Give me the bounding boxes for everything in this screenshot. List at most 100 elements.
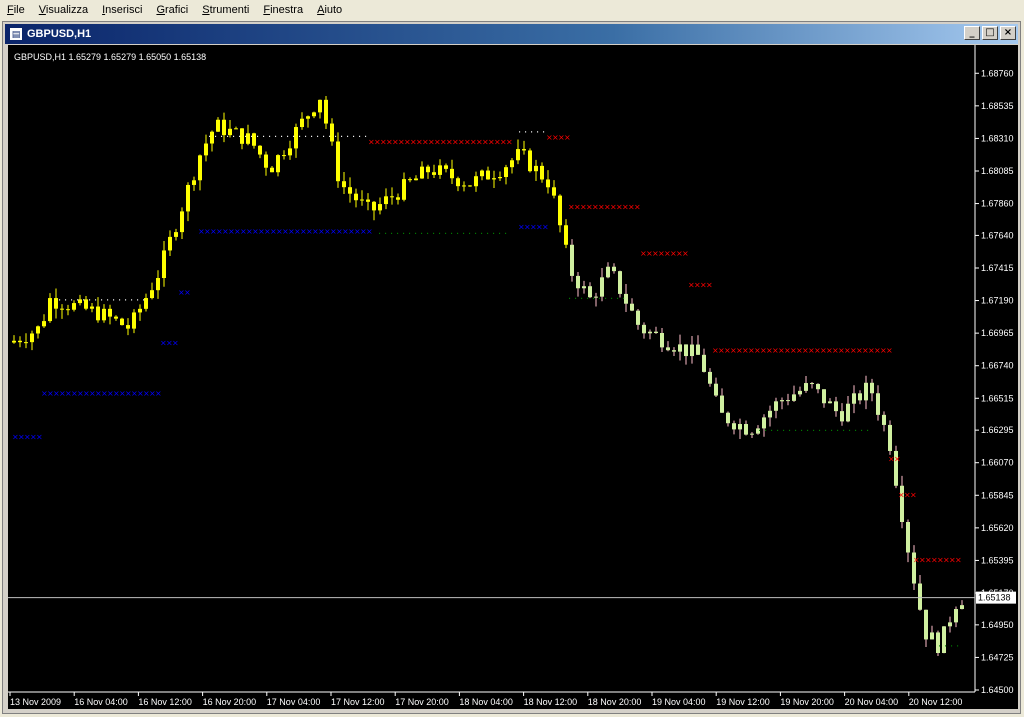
window-titlebar[interactable]: ▤ GBPUSD,H1 _ □ × <box>5 24 1018 44</box>
white-dot-marker: · <box>334 132 337 143</box>
menu-inserisci[interactable]: Inserisci <box>95 4 149 16</box>
green-dot-marker: · <box>770 426 773 437</box>
candle <box>636 309 640 330</box>
white-dot-marker: · <box>88 296 91 307</box>
candle-body <box>300 118 304 128</box>
x-tick-label: 13 Nov 2009 <box>10 697 61 707</box>
candle <box>714 377 718 398</box>
y-tick-label: 1.66740 <box>981 361 1014 371</box>
candle <box>792 385 796 402</box>
maximize-button[interactable]: □ <box>982 26 998 40</box>
candle-body <box>306 116 310 119</box>
candle <box>774 397 778 419</box>
candle <box>684 344 688 365</box>
menu-bar: File Visualizza Inserisci Grafici Strumenti F… <box>0 0 1024 20</box>
candle-body <box>714 383 718 396</box>
candle <box>318 99 322 119</box>
menu-visualizza[interactable]: Visualizza <box>32 4 95 16</box>
candle-body <box>528 150 532 172</box>
candle-body <box>552 187 556 196</box>
candlestick-chart-svg[interactable]: 1.68760 1.68535 1.68310 1.68085 1.67860 1.676… <box>8 45 1018 709</box>
menu-grafici[interactable]: Grafici <box>149 4 195 16</box>
candle-body <box>66 309 70 311</box>
candle <box>582 280 586 294</box>
x-tick-label: 18 Nov 04:00 <box>459 697 513 707</box>
candle <box>384 188 388 210</box>
y-tick-label: 1.68085 <box>981 166 1014 176</box>
white-dot-marker: · <box>346 132 349 143</box>
green-dot-marker: · <box>592 294 595 305</box>
green-dot-marker: · <box>956 642 959 653</box>
menu-aiuto[interactable]: Aiuto <box>310 4 349 16</box>
green-dot-marker: · <box>480 229 483 240</box>
blue-x-marker: × <box>155 389 162 398</box>
candle-body <box>156 278 160 291</box>
candle <box>534 159 538 181</box>
candle <box>666 341 670 352</box>
candle <box>510 157 514 174</box>
x-tick-label: 19 Nov 20:00 <box>780 697 834 707</box>
candle-body <box>426 166 430 173</box>
candle <box>864 375 868 410</box>
white-dot-marker: · <box>292 132 295 143</box>
white-dot-marker: · <box>536 128 539 139</box>
green-dot-marker: · <box>848 426 851 437</box>
candle-body <box>654 331 658 333</box>
candle-body <box>732 423 736 430</box>
y-tick-label: 1.66515 <box>981 393 1014 403</box>
candle <box>678 334 682 361</box>
chart-window-icon: ▤ <box>9 27 23 41</box>
candle-body <box>174 232 178 237</box>
candle-body <box>750 433 754 435</box>
green-dot-marker: · <box>764 426 767 437</box>
candle <box>30 330 34 351</box>
green-dot-marker: · <box>616 294 619 305</box>
candle-body <box>396 197 400 200</box>
candle-body <box>24 342 28 344</box>
menu-strumenti[interactable]: Strumenti <box>195 4 256 16</box>
candle-body <box>318 99 322 113</box>
candle-body <box>810 383 814 385</box>
price-chart[interactable]: 1.68760 1.68535 1.68310 1.68085 1.67860 1.676… <box>8 45 1018 709</box>
candle <box>504 164 508 185</box>
candle <box>120 317 124 326</box>
x-tick-label: 16 Nov 04:00 <box>74 697 128 707</box>
candle-body <box>774 401 778 411</box>
candle-body <box>708 371 712 384</box>
candle-body <box>264 154 268 168</box>
candle-body <box>720 395 724 413</box>
candle <box>672 347 676 357</box>
minimize-button[interactable]: _ <box>964 26 980 40</box>
candle <box>114 315 118 321</box>
menu-file[interactable]: File <box>0 4 32 16</box>
candle-body <box>888 424 892 451</box>
candle <box>108 304 112 325</box>
candle <box>354 188 358 208</box>
close-button[interactable]: × <box>1000 26 1016 40</box>
candle-body <box>786 400 790 402</box>
candle <box>372 201 376 221</box>
candle <box>918 575 922 611</box>
y-tick-label: 1.66965 <box>981 328 1014 338</box>
candle <box>522 140 526 155</box>
candle <box>288 140 292 160</box>
candle-body <box>690 344 694 357</box>
green-dot-marker: · <box>568 294 571 305</box>
candle-body <box>954 609 958 623</box>
green-dot-marker: · <box>396 229 399 240</box>
candle-body <box>372 201 376 211</box>
x-tick-label: 20 Nov 04:00 <box>845 697 899 707</box>
green-dot-marker: · <box>378 229 381 240</box>
candle <box>474 171 478 192</box>
white-dot-marker: · <box>256 132 259 143</box>
green-dot-marker: · <box>836 426 839 437</box>
red-x-marker: × <box>682 249 689 258</box>
white-dot-marker: · <box>358 132 361 143</box>
window-title: GBPUSD,H1 <box>27 28 92 40</box>
candle <box>822 389 826 408</box>
candle-body <box>840 411 844 422</box>
white-dot-marker: · <box>310 132 313 143</box>
menu-finestra[interactable]: Finestra <box>256 4 310 16</box>
candle <box>324 96 328 130</box>
candle-body <box>18 340 22 343</box>
